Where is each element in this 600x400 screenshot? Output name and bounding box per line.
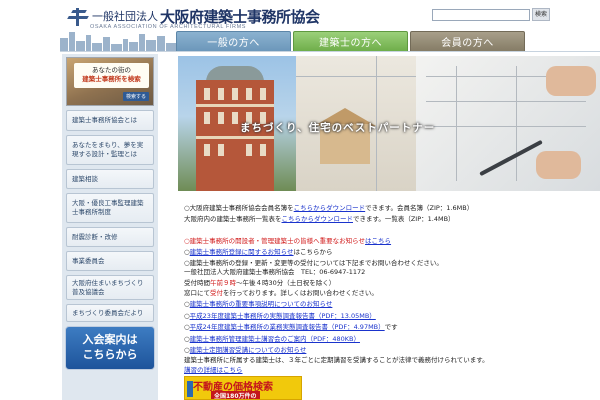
skyline-illustration xyxy=(60,26,178,52)
membership-line1: 入会案内は xyxy=(82,333,138,346)
news-line: ○建築士事務所の重要事項説明についてのお知らせ xyxy=(184,300,333,308)
important-notice: 建築士事務所の開設者・管理建築士の皆様へ重要なお知らせ xyxy=(189,237,366,245)
membership-line2: こちらから xyxy=(82,348,138,361)
main-nav: 一般の方へ 建築士の方へ 会員の方へ xyxy=(174,31,600,52)
logo[interactable]: 一般社団法人 大阪府建築士事務所協会 xyxy=(66,4,320,26)
sidebar-item-design-supervision[interactable]: あなたをまもり、夢を実現する設計・監理とは xyxy=(66,135,154,165)
news-line: ○大阪府建築士事務所協会会員名簿をこちらからダウンロードできます。会員名簿（ZI… xyxy=(184,204,474,212)
news-line: 一般社団法人大阪府建築士事務所協会 TEL：06-6947-1172 xyxy=(184,268,366,276)
news-line: ○平成24年度建築士事務所の業務実態調査報告書（PDF：4.97MB）です xyxy=(184,323,398,331)
important-notice-link[interactable]: はこちら xyxy=(365,237,391,245)
news-line: ○建築士事務所管理建築士講習会のご案内（PDF：480KB） xyxy=(184,335,360,343)
real-estate-price-banner[interactable]: 不動産の価格検索 全国180万件の xyxy=(184,376,302,400)
sidebar-item-town-planning[interactable]: まちづくり委員会だより xyxy=(66,304,154,322)
sidebar-item-seismic[interactable]: 耐震診断・改修 xyxy=(66,227,154,247)
office-search-line2: 建築士事務所を検索 xyxy=(82,75,141,83)
office-search-card: あなたの街の 建築士事務所を検索 xyxy=(74,63,149,88)
survey-2011-pdf-link[interactable]: 平成23年度建築士事務所の実態調査報告書（PDF：13.05MB） xyxy=(190,312,376,320)
news-line: 大阪府内の建築士事務所一覧表をこちらからダウンロードできます。一覧表（ZIP：1… xyxy=(184,215,455,223)
tab-members[interactable]: 会員の方へ xyxy=(410,31,525,52)
news-line: 建築士事務所に所属する建築士は、３年ごとに定期講習を受講することが法律で義務付け… xyxy=(184,356,489,364)
news-line: ○平成23年度建築士事務所の実態調査報告書（PDF：13.05MB） xyxy=(184,312,376,320)
news-line: ○建築士事務所の登録・更新・変更等の受付については下記までお問い合わせください。 xyxy=(184,259,443,267)
sidebar-item-housing-council[interactable]: 大阪府住まいまちづくり普及協議会 xyxy=(66,275,154,300)
tab-architects[interactable]: 建築士の方へ xyxy=(293,31,408,52)
page: 一般社団法人 大阪府建築士事務所協会 OSAKA ASSOCIATION OF … xyxy=(0,0,600,400)
header: 一般社団法人 大阪府建築士事務所協会 OSAKA ASSOCIATION OF … xyxy=(0,0,600,52)
course-detail-link[interactable]: 講習の詳細はこちら xyxy=(184,366,243,374)
search-input[interactable] xyxy=(432,9,530,21)
sidebar: あなたの街の 建築士事務所を検索 検索する 建築士事務所協会とは あなたをまもり… xyxy=(62,54,158,400)
hero-blueprint-photo xyxy=(416,56,600,191)
office-search-banner[interactable]: あなたの街の 建築士事務所を検索 検索する xyxy=(66,57,154,106)
sidebar-item-excellent-office[interactable]: 大阪・優良工事監理建築士事務所制度 xyxy=(66,193,154,223)
sidebar-item-committee[interactable]: 事業委員会 xyxy=(66,251,154,271)
tab-general[interactable]: 一般の方へ xyxy=(176,31,291,52)
price-banner-sub: 全国180万件の xyxy=(211,391,260,399)
news-line: 受付時間午前９時～午後４時30分（土日祝を除く） xyxy=(184,279,336,287)
news-line: 講習の詳細はこちら xyxy=(184,366,243,375)
office-search-line1: あなたの街の xyxy=(92,66,131,74)
news-line: ○建築士定期講習受講についてのお知らせ xyxy=(184,346,307,354)
header-divider xyxy=(60,51,600,52)
news-line: ○建築士事務所の開設者・管理建築士の皆様へ重要なお知らせはこちら xyxy=(184,237,392,245)
seminar-pdf-link[interactable]: 建築士事務所管理建築士講習会のご案内（PDF：480KB） xyxy=(190,335,360,343)
news-line: 窓口にて受付を行っております。詳しくはお問い合わせください。 xyxy=(184,289,378,297)
regular-course-link[interactable]: 建築士定期講習受講についてのお知らせ xyxy=(190,346,307,354)
membership-banner[interactable]: 入会案内は こちらから xyxy=(65,326,155,370)
survey-2012-pdf-link[interactable]: 平成24年度建築士事務所の業務実態調査報告書（PDF：4.97MB） xyxy=(190,323,385,331)
search-button[interactable]: 検索 xyxy=(532,8,550,21)
hero-banner: まちづくり、住宅のベストパートナー xyxy=(178,56,600,191)
registration-notice-link[interactable]: 建築士事務所登録に関するお知らせ xyxy=(190,248,294,256)
news-line: ○建築士事務所登録に関するお知らせはこちらから xyxy=(184,248,333,256)
explanation-notice-link[interactable]: 建築士事務所の重要事項説明についてのお知らせ xyxy=(190,300,333,308)
sidebar-item-about[interactable]: 建築士事務所協会とは xyxy=(66,110,154,131)
office-list-download-link[interactable]: こちらからダウンロード xyxy=(282,215,354,223)
office-search-go-button[interactable]: 検索する xyxy=(122,92,149,101)
logo-mark-icon xyxy=(66,6,90,26)
sidebar-item-consultation[interactable]: 建築相談 xyxy=(66,169,154,189)
member-list-download-link[interactable]: こちらからダウンロード xyxy=(294,204,366,212)
hero-tagline: まちづくり、住宅のベストパートナー xyxy=(240,122,436,134)
